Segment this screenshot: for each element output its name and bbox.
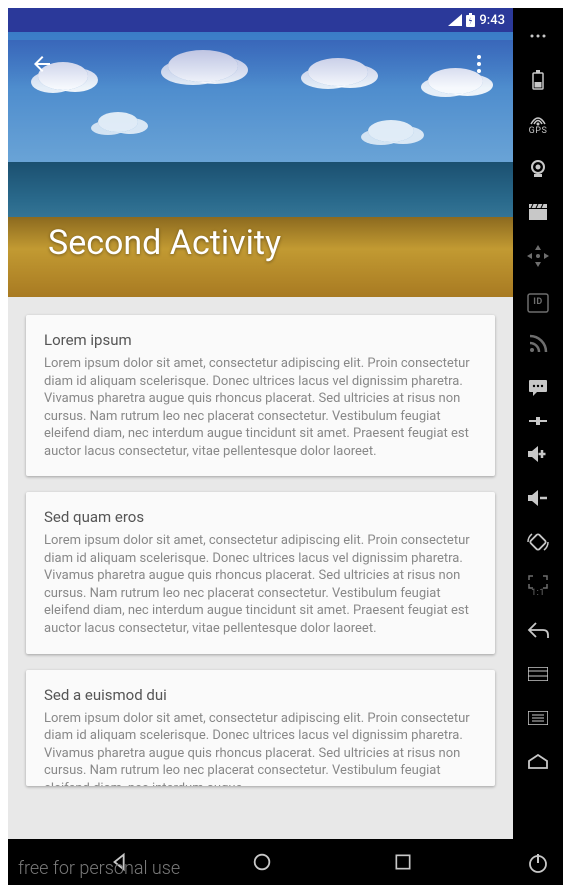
- gps-icon[interactable]: GPS: [513, 102, 563, 146]
- card: Sed quam eros Lorem ipsum dolor sit amet…: [26, 492, 495, 653]
- card-body: Lorem ipsum dolor sit amet, consectetur …: [44, 355, 477, 460]
- emu-back-icon[interactable]: [513, 608, 563, 652]
- id-icon[interactable]: ID: [513, 278, 563, 322]
- power-icon[interactable]: [513, 841, 563, 885]
- status-bar: 9:43: [8, 8, 513, 32]
- rotate-icon[interactable]: [513, 520, 563, 564]
- sms-icon[interactable]: [513, 366, 563, 410]
- nav-recent-button[interactable]: [393, 852, 413, 872]
- list-icon[interactable]: [513, 696, 563, 740]
- back-button[interactable]: [24, 46, 60, 82]
- status-clock: 9:43: [479, 13, 505, 28]
- content-scroll[interactable]: Lorem ipsum Lorem ipsum dolor sit amet, …: [8, 297, 513, 839]
- aspect-icon[interactable]: 1:1: [513, 564, 563, 608]
- battery-icon[interactable]: [513, 58, 563, 102]
- volume-up-icon[interactable]: [513, 432, 563, 476]
- home-outline-icon[interactable]: [513, 740, 563, 784]
- watermark: free for personal use: [18, 858, 180, 879]
- rss-icon[interactable]: [513, 322, 563, 366]
- card-title: Lorem ipsum: [44, 331, 477, 349]
- clapperboard-icon[interactable]: [513, 190, 563, 234]
- card-title: Sed a euismod dui: [44, 686, 477, 704]
- android-nav-bar: free for personal use: [8, 839, 513, 885]
- card-body: Lorem ipsum dolor sit amet, consectetur …: [44, 710, 477, 786]
- signal-icon: [448, 14, 462, 26]
- nav-home-button[interactable]: [251, 851, 273, 873]
- aspect-label: 1:1: [531, 588, 545, 598]
- camera-icon[interactable]: [513, 146, 563, 190]
- divider-icon: [513, 410, 563, 432]
- emulator-toolbar: GPS ID: [513, 8, 563, 885]
- dpad-icon[interactable]: [513, 234, 563, 278]
- card: Sed a euismod dui Lorem ipsum dolor sit …: [26, 670, 495, 786]
- gps-label: GPS: [529, 126, 548, 136]
- battery-icon: [466, 13, 475, 27]
- menu-icon[interactable]: [513, 652, 563, 696]
- card-title: Sed quam eros: [44, 508, 477, 526]
- overflow-menu-button[interactable]: [461, 46, 497, 82]
- page-title: Second Activity: [48, 223, 281, 263]
- card-body: Lorem ipsum dolor sit amet, consectetur …: [44, 532, 477, 637]
- id-label: ID: [533, 297, 542, 307]
- more-handle-icon[interactable]: [513, 14, 563, 58]
- volume-down-icon[interactable]: [513, 476, 563, 520]
- card: Lorem ipsum Lorem ipsum dolor sit amet, …: [26, 315, 495, 476]
- hero-image: Second Activity: [8, 32, 513, 297]
